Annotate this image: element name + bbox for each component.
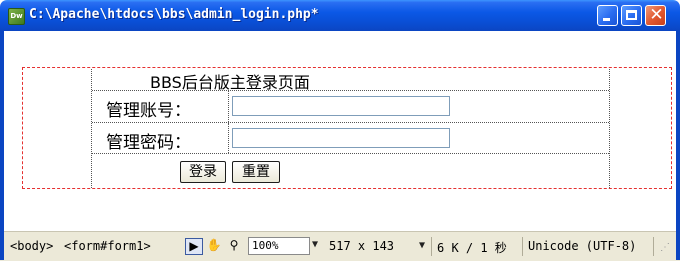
cell-divider <box>228 91 230 122</box>
dreamweaver-window: Dw C:\Apache\htdocs\bbs\admin_login.php*… <box>0 0 680 261</box>
app-icon[interactable]: Dw <box>8 8 25 25</box>
window-title: C:\Apache\htdocs\bbs\admin_login.php* <box>29 7 319 22</box>
divider <box>522 237 523 256</box>
username-input[interactable] <box>232 96 450 116</box>
table-row[interactable]: 登录 重置 <box>92 154 609 188</box>
password-input[interactable] <box>232 128 450 148</box>
password-label: 管理密码： <box>106 133 191 153</box>
maximize-button[interactable] <box>621 5 642 26</box>
window-frame-right <box>676 31 680 260</box>
maximize-icon <box>626 10 637 20</box>
file-size-download-time: 6 K / 1 秒 <box>437 241 507 255</box>
close-icon: ✕ <box>649 5 664 25</box>
pointer-tool-icon[interactable]: ▶ <box>185 238 203 255</box>
close-button[interactable]: ✕ <box>645 5 666 26</box>
username-label: 管理账号： <box>106 101 191 121</box>
page-heading: BBS后台版主登录页面 <box>150 73 310 92</box>
chevron-down-icon[interactable]: ▼ <box>312 239 318 250</box>
minimize-icon <box>603 18 610 21</box>
cell-divider <box>228 123 230 153</box>
zoom-tool-icon[interactable]: ⚲ <box>225 238 243 255</box>
window-size[interactable]: 517 x 143 <box>329 239 394 253</box>
minimize-button[interactable] <box>597 5 618 26</box>
table-row[interactable]: BBS后台版主登录页面 <box>92 69 609 92</box>
login-table[interactable]: BBS后台版主登录页面 管理账号： 管理密码： 登录 重置 <box>91 69 610 188</box>
status-bar: <body> <form#form1> ▶ ✋ ⚲ 100% ▼ 517 x 1… <box>4 231 676 261</box>
login-button[interactable]: 登录 <box>180 161 226 183</box>
tag-selector-body[interactable]: <body> <box>10 239 53 253</box>
hand-tool-icon[interactable]: ✋ <box>205 238 223 255</box>
divider <box>431 237 432 256</box>
title-bar[interactable]: Dw C:\Apache\htdocs\bbs\admin_login.php*… <box>0 0 680 31</box>
table-row[interactable]: 管理账号： <box>92 91 609 123</box>
tag-selector-form[interactable]: <form#form1> <box>64 239 151 253</box>
zoom-select[interactable]: 100% <box>248 237 310 255</box>
table-row[interactable]: 管理密码： <box>92 123 609 154</box>
resize-grip-icon[interactable]: ⋰ <box>660 242 672 254</box>
chevron-down-icon[interactable]: ▼ <box>419 240 425 251</box>
reset-button[interactable]: 重置 <box>232 161 280 183</box>
design-view[interactable]: BBS后台版主登录页面 管理账号： 管理密码： 登录 重置 <box>4 31 676 231</box>
encoding-label: Unicode (UTF-8) <box>528 239 637 253</box>
divider <box>653 237 654 256</box>
